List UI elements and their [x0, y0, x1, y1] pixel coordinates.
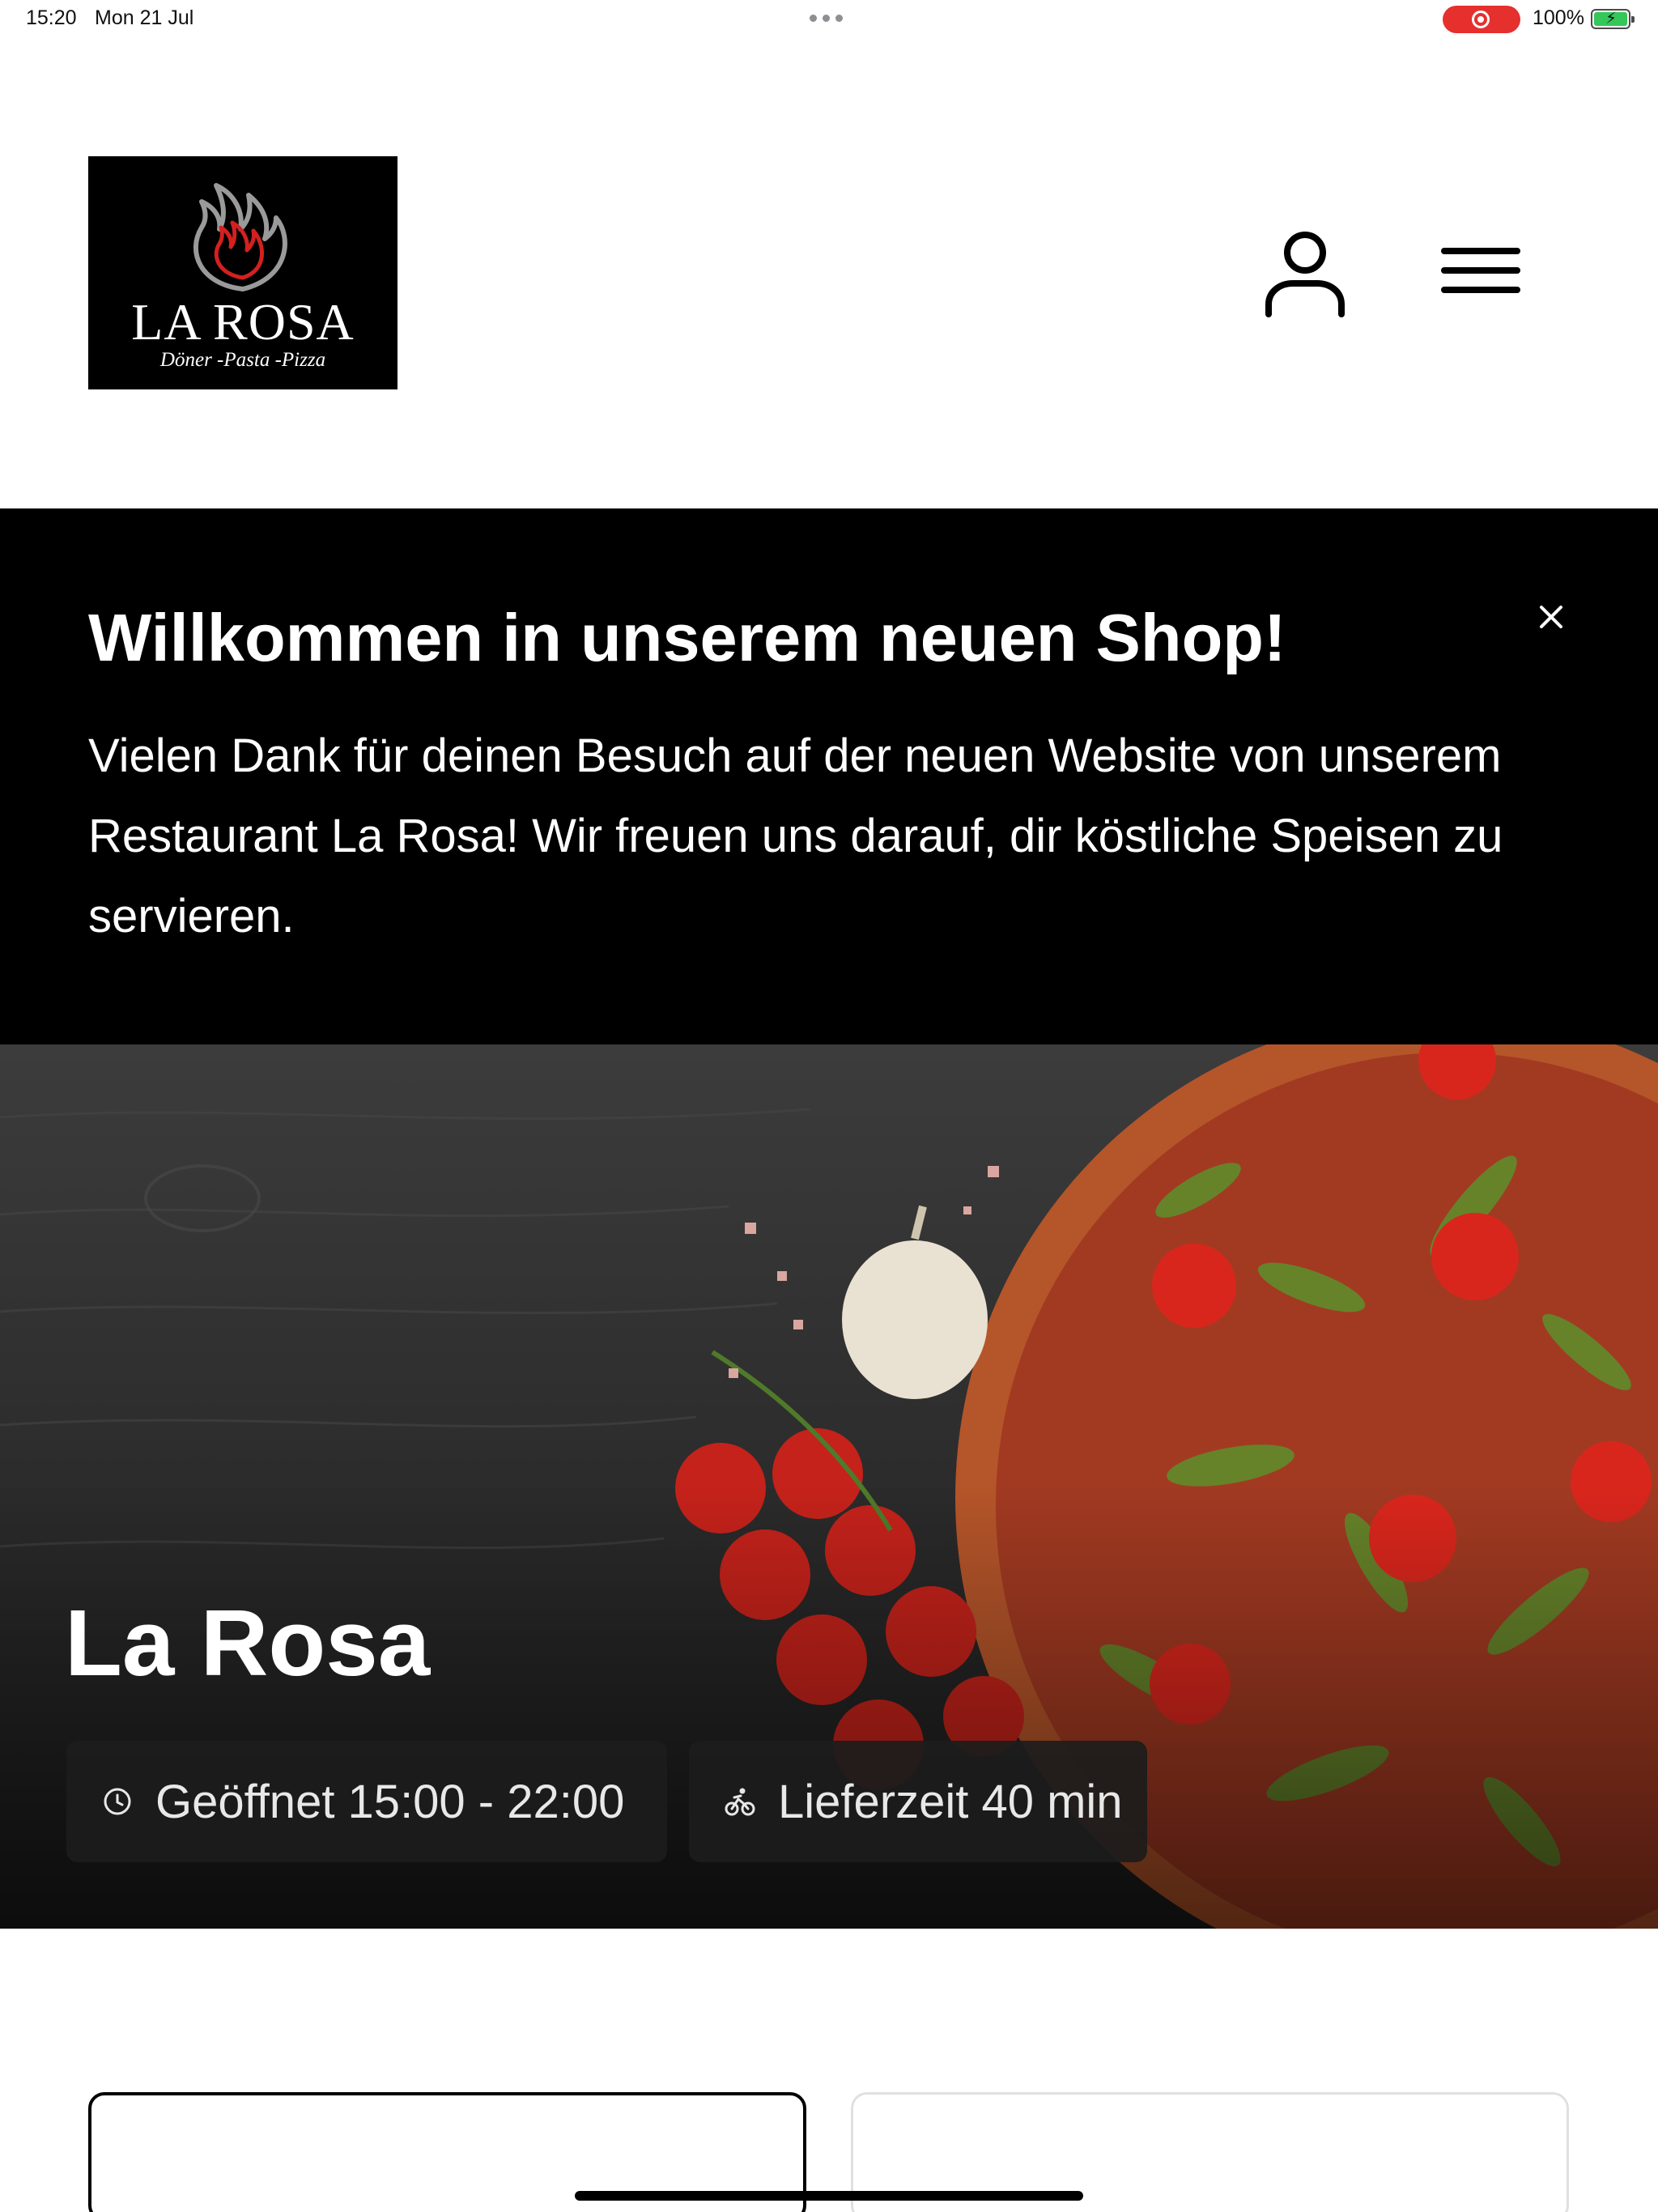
banner-title: Willkommen in unserem neuen Shop! [88, 600, 1286, 675]
hero-section: La Rosa Geöffnet 15:00 - 22:00 Lieferzei… [0, 1044, 1658, 1929]
opening-hours-chip: Geöffnet 15:00 - 22:00 [66, 1741, 667, 1862]
clock-icon [104, 1788, 131, 1815]
battery-percentage: 100% [1533, 6, 1584, 29]
hero-title: La Rosa [65, 1590, 431, 1695]
menu-button[interactable] [1435, 238, 1528, 303]
status-time: 15:20 [26, 6, 77, 29]
status-bar: 15:20 Mon 21 Jul 100% ⚡ [0, 0, 1658, 40]
screen-recording-icon[interactable] [1443, 6, 1520, 33]
battery-icon: ⚡ [1591, 9, 1635, 29]
account-button[interactable] [1259, 227, 1352, 320]
logo-subtitle: Döner -Pasta -Pizza [159, 349, 326, 371]
welcome-banner: Willkommen in unserem neuen Shop! Vielen… [0, 508, 1658, 1044]
flame-icon [193, 183, 287, 291]
delivery-time-chip: Lieferzeit 40 min [689, 1741, 1147, 1862]
multitasking-dots-icon[interactable] [810, 15, 843, 22]
logo-title: LA ROSA [131, 293, 355, 351]
delivery-time-text: Lieferzeit 40 min [778, 1775, 1123, 1828]
home-indicator[interactable] [575, 2191, 1083, 2201]
close-icon [1540, 606, 1562, 628]
opening-hours-text: Geöffnet 15:00 - 22:00 [155, 1775, 625, 1828]
bicycle-icon [725, 1788, 755, 1816]
status-date: Mon 21 Jul [95, 6, 194, 29]
banner-text: Vielen Dank für deinen Besuch auf der ne… [88, 730, 1503, 942]
restaurant-logo[interactable]: LA ROSA Döner -Pasta -Pizza [88, 156, 397, 389]
banner-close-button[interactable] [1535, 601, 1567, 633]
user-icon [1265, 232, 1345, 317]
